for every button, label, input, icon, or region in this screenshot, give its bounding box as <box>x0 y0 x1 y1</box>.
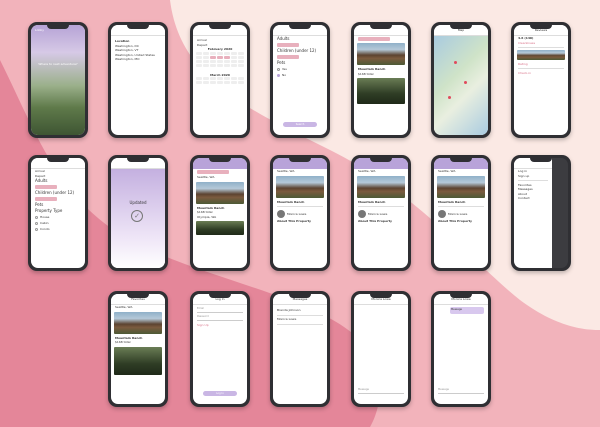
hero-tagline: Where to next adventure? <box>38 62 78 66</box>
radio-yes[interactable] <box>277 67 280 71</box>
adults-label: Adults <box>35 178 48 183</box>
about-label: About This Property <box>358 218 392 223</box>
phone-chat: Monica Lowe Message <box>351 291 411 407</box>
phone-detail-2: Seattle, WA Mountain Ranch Monica Lowe A… <box>351 155 411 271</box>
phone-guests: Adults Children (under 12) Pets Yes No S… <box>270 22 330 138</box>
password-field[interactable]: Password <box>197 315 243 321</box>
sent-message-bubble: Message <box>450 307 484 314</box>
review-category: Rating <box>518 61 528 66</box>
phone-listings: Mountain Ranch $168 total <box>351 22 411 138</box>
search-button[interactable]: Search <box>283 122 317 127</box>
result-location: Olympia, WA <box>197 214 217 219</box>
phone-reviews: Reviews 4.6 (140) Cleanliness Rating Che… <box>511 22 571 138</box>
detail-location: Seattle, WA <box>358 169 376 173</box>
children-stepper[interactable] <box>277 55 299 59</box>
about-label: About This Property <box>438 218 472 223</box>
location-item[interactable]: Washington, MO <box>111 57 165 62</box>
children-label: Children (under 12) <box>277 48 317 53</box>
phone-favorites: Favorites Seattle, WA Mountain Ranch $16… <box>108 291 168 407</box>
detail-location: Seattle, WA <box>277 169 295 173</box>
map-pin[interactable] <box>464 81 467 84</box>
radio-no[interactable] <box>277 73 280 77</box>
review-category: Check-in <box>518 70 532 75</box>
detail-title: Mountain Ranch <box>358 199 386 204</box>
message-thread[interactable]: Monica Lowe <box>273 317 327 322</box>
email-field[interactable]: Email <box>197 307 243 313</box>
detail-location: Seattle, WA <box>438 169 456 173</box>
phone-detail: Seattle, WA Mountain Ranch Monica Lowe A… <box>270 155 330 271</box>
phone-updated: Updated ✓ <box>108 155 168 271</box>
depart-label: Depart <box>197 42 208 47</box>
login-button[interactable]: Log In <box>203 391 237 396</box>
phone-home: Lobby Where to next adventure? <box>28 22 88 138</box>
detail-title: Mountain Ranch <box>277 199 305 204</box>
favorite-price: $168 total <box>115 340 131 344</box>
check-icon: ✓ <box>131 210 143 222</box>
phone-filters: Arrival Depart Adults Children (under 12… <box>28 155 88 271</box>
updated-message: Updated <box>129 200 147 205</box>
filter-chips[interactable] <box>358 37 391 41</box>
phone-location: Location Washington, DC Washington, VT W… <box>108 22 168 138</box>
listing-photo[interactable] <box>357 78 405 104</box>
phone-map: Map <box>431 22 491 138</box>
favorite-location: Seattle, WA <box>115 305 133 309</box>
map-pin[interactable] <box>454 61 457 64</box>
menu-signup[interactable]: Sign up <box>514 174 552 179</box>
adults-stepper[interactable] <box>277 43 299 47</box>
signup-link[interactable]: Sign Up <box>193 323 247 328</box>
result-location: Seattle, WA <box>197 175 215 179</box>
calendar-grid[interactable] <box>193 51 247 67</box>
phone-chat-sent: Monica Lowe Message Message <box>431 291 491 407</box>
phone-login: Log In Email Password Sign Up Log In <box>190 291 250 407</box>
map-pin[interactable] <box>448 96 451 99</box>
message-thread[interactable]: Brenda Johnson <box>273 308 327 313</box>
chat-input[interactable]: Message <box>438 388 484 394</box>
review-category: Cleanliness <box>518 40 536 45</box>
about-label: About This Property <box>277 218 311 223</box>
host-avatar <box>277 209 285 218</box>
arrive-label: Arrival <box>197 38 207 42</box>
chat-input[interactable]: Message <box>358 388 404 394</box>
host-avatar <box>358 209 366 218</box>
menu-contact[interactable]: Contact <box>514 196 552 201</box>
host-avatar <box>438 209 446 218</box>
phone-messages: Messages Brenda Johnson Monica Lowe <box>270 291 330 407</box>
phone-calendar: Arrival Depart February 2020 March 2020 <box>190 22 250 138</box>
detail-title: Mountain Ranch <box>438 199 466 204</box>
listing-photo[interactable] <box>357 43 405 65</box>
phone-menu: Log in Sign up Favorites Messages About … <box>511 155 571 271</box>
listing-photo[interactable] <box>196 181 244 204</box>
phone-results: Seattle, WA Mountain Ranch $168 total Ol… <box>190 155 250 271</box>
adults-label: Adults <box>277 36 290 41</box>
map-view[interactable] <box>434 36 488 135</box>
listing-price: $168 total <box>358 71 374 76</box>
children-label: Children (under 12) <box>35 190 75 195</box>
phone-detail-3: Seattle, WA Mountain Ranch Monica Lowe A… <box>431 155 491 271</box>
